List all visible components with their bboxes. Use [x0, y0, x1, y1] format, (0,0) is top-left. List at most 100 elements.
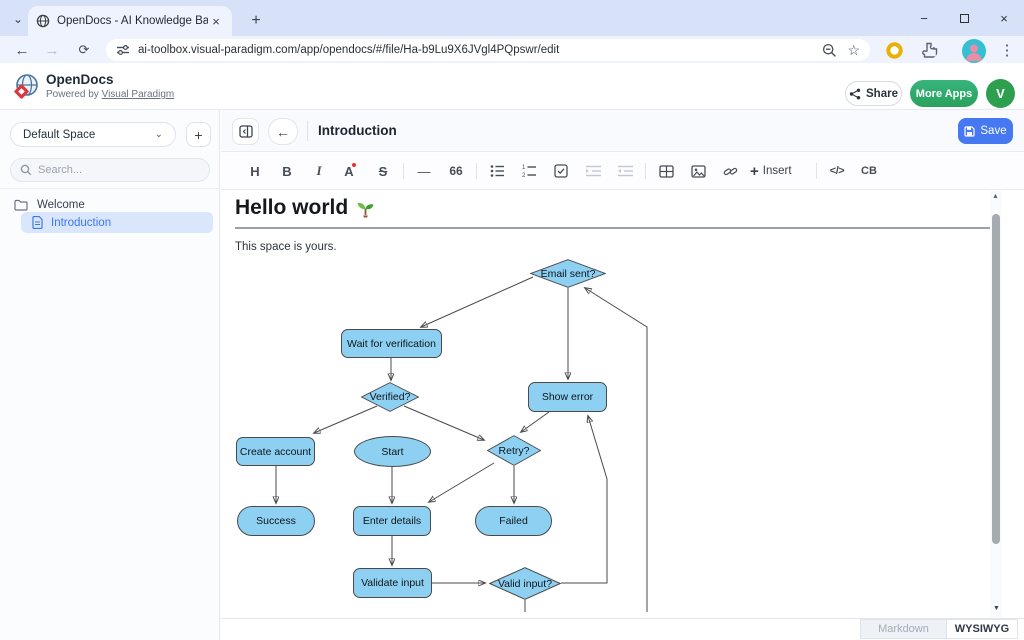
tab-wysiwyg[interactable]: WYSIWYG: [947, 619, 1018, 639]
italic-button[interactable]: I: [307, 159, 331, 183]
tab-search-chevron-icon[interactable]: ⌄: [7, 8, 29, 30]
strikethrough-button[interactable]: S: [371, 159, 395, 183]
more-apps-button[interactable]: More Apps: [910, 80, 978, 107]
text-color-button[interactable]: A: [339, 159, 363, 183]
url-text[interactable]: ai-toolbox.visual-paradigm.com/app/opend…: [138, 44, 822, 56]
scroll-up-icon[interactable]: ▲: [992, 193, 999, 200]
toolbar-divider: [645, 163, 646, 179]
new-tab-button[interactable]: +: [244, 9, 268, 33]
site-info-icon[interactable]: [116, 44, 130, 56]
extensions-puzzle-icon[interactable]: [920, 41, 938, 59]
scrollbar-thumb[interactable]: [992, 214, 1000, 544]
toolbar-divider: [403, 163, 404, 179]
forward-button: →: [40, 38, 64, 62]
visual-paradigm-link[interactable]: Visual Paradigm: [102, 89, 175, 100]
minimize-button[interactable]: −: [904, 0, 944, 36]
header-divider: [307, 121, 308, 141]
flowchart-node-show-error[interactable]: Show error: [528, 382, 607, 412]
insert-button[interactable]: + Insert: [750, 163, 808, 180]
flowchart-node-validate-input[interactable]: Validate input: [353, 568, 432, 598]
horizontal-rule-button[interactable]: —: [412, 159, 436, 183]
maximize-button[interactable]: [944, 0, 984, 36]
editor-toolbar: H B I A S — 66 1 2: [221, 153, 1024, 190]
flowchart-node-wait-for-verification[interactable]: Wait for verification: [341, 329, 442, 358]
bookmark-star-icon[interactable]: ☆: [847, 42, 860, 59]
node-label: Email sent?: [541, 268, 596, 280]
image-button[interactable]: [686, 159, 710, 183]
link-button[interactable]: [718, 159, 742, 183]
color-dot-icon: [352, 163, 356, 167]
browser-navbar: ← → ⟳ ai-toolbox.visual-paradigm.com/app…: [0, 36, 1024, 63]
flowchart-node-retry[interactable]: Retry?: [487, 435, 541, 466]
doc-heading-block[interactable]: Hello world: [235, 196, 990, 229]
node-label: Enter details: [363, 515, 421, 527]
search-icon: [20, 164, 32, 176]
back-button[interactable]: ←: [10, 38, 34, 62]
flowchart-node-verified[interactable]: Verified?: [361, 382, 419, 412]
user-avatar[interactable]: V: [986, 79, 1015, 108]
bold-button[interactable]: B: [275, 159, 299, 183]
profile-avatar[interactable]: [962, 39, 986, 63]
heading-button[interactable]: H: [243, 159, 267, 183]
flowchart-node-create-account[interactable]: Create account: [236, 437, 315, 466]
save-button[interactable]: Save: [958, 118, 1013, 144]
doc-back-button[interactable]: ←: [268, 118, 298, 145]
browser-menu-icon[interactable]: ⋮: [995, 38, 1019, 62]
share-icon: [849, 88, 861, 100]
share-button[interactable]: Share: [845, 81, 902, 106]
doc-paragraph[interactable]: This space is yours.: [235, 241, 337, 253]
task-list-icon: [554, 164, 568, 178]
flowchart-node-valid-input[interactable]: Valid input?: [489, 567, 561, 600]
flowchart-node-success[interactable]: Success: [237, 506, 315, 536]
browser-window: ⌄ OpenDocs - AI Knowledge Base × + − × ←…: [0, 0, 1024, 640]
code-block-button[interactable]: CB: [857, 159, 881, 183]
task-list-button[interactable]: [549, 159, 573, 183]
space-selector[interactable]: Default Space ⌄: [10, 122, 176, 147]
browser-tab[interactable]: OpenDocs - AI Knowledge Base ×: [28, 6, 232, 36]
flowchart-node-email-sent[interactable]: Email sent?: [530, 259, 606, 288]
bullet-list-button[interactable]: [485, 159, 509, 183]
table-button[interactable]: [654, 159, 678, 183]
blockquote-button[interactable]: 66: [444, 159, 468, 183]
editor-scrollbar[interactable]: ▲: [990, 190, 1002, 618]
opendocs-logo: [13, 73, 40, 100]
globe-favicon-icon: [36, 14, 50, 28]
maximize-icon: [960, 14, 969, 23]
table-icon: [659, 165, 674, 178]
bullet-list-icon: [490, 164, 505, 178]
node-label: Create account: [240, 446, 311, 458]
scroll-down-icon[interactable]: ▼: [993, 605, 1000, 612]
tab-close-icon[interactable]: ×: [208, 13, 224, 29]
indent-button: [581, 159, 605, 183]
sidebar-divider: [0, 188, 220, 189]
profile-figure-icon: [962, 39, 986, 63]
address-bar[interactable]: ai-toolbox.visual-paradigm.com/app/opend…: [106, 39, 870, 61]
flowchart-node-failed[interactable]: Failed: [475, 506, 552, 536]
sidebar-search[interactable]: [10, 158, 210, 182]
flowchart-node-enter-details[interactable]: Enter details: [353, 506, 431, 536]
tab-title: OpenDocs - AI Knowledge Base: [57, 15, 208, 27]
flowchart-node-start[interactable]: Start: [354, 436, 431, 467]
reload-button[interactable]: ⟳: [72, 38, 96, 62]
numbered-list-button[interactable]: 1 2: [517, 159, 541, 183]
node-label: Show error: [542, 391, 593, 403]
zoom-out-icon[interactable]: [822, 43, 837, 58]
node-label: Failed: [499, 515, 528, 527]
document-icon: [32, 216, 43, 229]
page-title: Introduction: [318, 123, 397, 138]
doc-heading[interactable]: Hello world: [235, 196, 348, 220]
outdent-icon: [618, 165, 633, 177]
add-space-button[interactable]: +: [186, 122, 211, 147]
search-input[interactable]: [38, 164, 188, 176]
share-label: Share: [866, 88, 898, 100]
inline-code-button[interactable]: </>: [825, 159, 849, 183]
close-window-button[interactable]: ×: [984, 0, 1024, 36]
extension-badge-icon[interactable]: [886, 42, 903, 59]
svg-text:2: 2: [522, 173, 526, 178]
editor-canvas[interactable]: [221, 190, 1024, 618]
node-label: Verified?: [370, 391, 411, 403]
numbered-list-icon: 1 2: [522, 164, 537, 178]
tab-markdown[interactable]: Markdown: [860, 619, 947, 639]
sidebar-item-introduction[interactable]: Introduction: [21, 212, 213, 233]
toggle-sidebar-button[interactable]: [232, 118, 259, 145]
